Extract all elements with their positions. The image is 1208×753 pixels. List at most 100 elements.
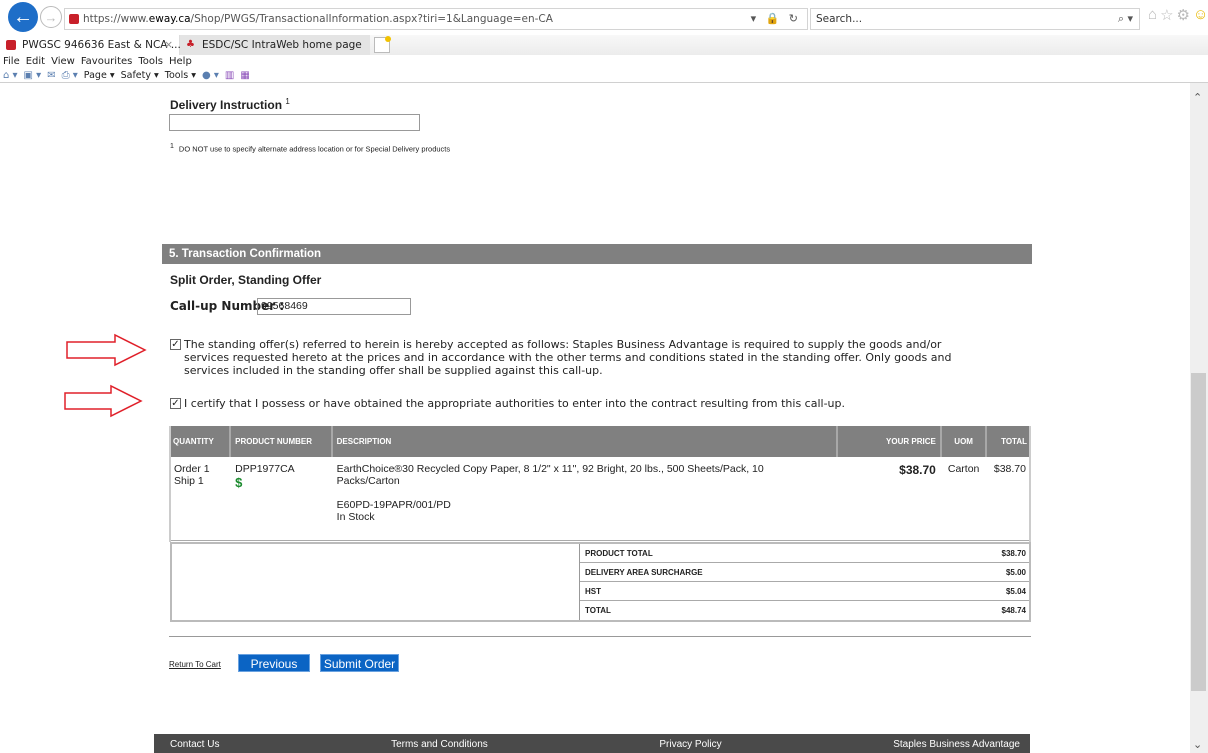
tab-label: PWGSC 946636 East & NCA ... <box>22 39 181 51</box>
totals-row-hst: HST $5.04 <box>580 582 1029 601</box>
totals-label: PRODUCT TOTAL <box>585 548 653 558</box>
annotation-arrow-icon <box>66 333 147 367</box>
order-table: QUANTITY PRODUCT NUMBER DESCRIPTION YOUR… <box>169 426 1031 541</box>
totals-label: TOTAL <box>585 606 611 615</box>
scrollbar-thumb[interactable] <box>1191 373 1206 691</box>
totals-table: PRODUCT TOTAL $38.70 DELIVERY AREA SURCH… <box>579 544 1029 620</box>
authority-text: I certify that I possess or have obtaine… <box>184 397 845 410</box>
col-product-number: PRODUCT NUMBER <box>229 426 332 457</box>
delivery-instruction-text: Delivery Instruction <box>170 98 283 112</box>
col-uom: UOM <box>939 426 987 457</box>
divider <box>169 636 1031 637</box>
cmd-page[interactable]: Page ▾ <box>84 69 115 82</box>
footer-privacy[interactable]: Privacy Policy <box>659 734 721 753</box>
favorites-star-icon[interactable]: ☆ <box>1160 6 1173 24</box>
totals-value: $5.00 <box>1005 567 1026 577</box>
scroll-up-icon[interactable]: ⌃ <box>1193 91 1202 104</box>
back-button[interactable]: ← <box>8 2 38 32</box>
home-icon[interactable]: ⌂ <box>1148 6 1157 24</box>
cell-quantity: Order 1 Ship 1 <box>169 457 231 541</box>
search-placeholder: Search... <box>816 13 863 25</box>
delivery-footnote: 1 DO NOT use to specify alternate address… <box>170 143 450 154</box>
onenote-icon[interactable]: ▥ <box>225 69 234 82</box>
menu-view[interactable]: View <box>51 55 75 69</box>
stock-status: In Stock <box>336 511 375 523</box>
submit-order-button[interactable]: Submit Order <box>320 654 399 672</box>
close-tab-icon[interactable]: × <box>164 35 173 55</box>
ship-number: Ship 1 <box>174 475 204 487</box>
footer-contact-us[interactable]: Contact Us <box>170 734 219 753</box>
cell-description: EarthChoice®30 Recycled Copy Paper, 8 1/… <box>331 457 838 541</box>
section-header: 5. Transaction Confirmation <box>162 244 1032 264</box>
footnote-text: DO NOT use to specify alternate address … <box>178 144 451 154</box>
feedback-smiley-icon[interactable]: ☺ <box>1193 6 1208 24</box>
cell-product-number: DPP1977CA $ <box>230 457 332 541</box>
url-path: /Shop/PWGS/TransactionalInformation.aspx… <box>190 13 553 25</box>
menu-tools[interactable]: Tools <box>138 55 163 69</box>
product-sku: E60PD-19PAPR/001/PD <box>336 499 451 511</box>
menu-file[interactable]: File <box>3 55 20 69</box>
search-input[interactable]: Search... ⌕ ▾ <box>810 8 1140 30</box>
delivery-instruction-input[interactable] <box>169 114 420 131</box>
order-number: Order 1 <box>174 463 210 475</box>
tab-favicon-icon <box>6 40 16 50</box>
vertical-scrollbar[interactable]: ⌃ ⌄ <box>1190 83 1208 753</box>
settings-gear-icon[interactable]: ⚙ <box>1177 6 1190 24</box>
tab-pwgsc[interactable]: PWGSC 946636 East & NCA ... × <box>0 35 181 55</box>
product-number[interactable]: DPP1977CA <box>235 463 327 475</box>
menu-bar: File Edit View Favourites Tools Help <box>0 55 192 69</box>
totals-label: DELIVERY AREA SURCHARGE <box>585 567 703 577</box>
totals-value: $5.04 <box>1005 586 1026 596</box>
footer-terms[interactable]: Terms and Conditions <box>391 734 488 753</box>
previous-button[interactable]: Previous <box>238 654 310 672</box>
tab-label: ESDC/SC IntraWeb home page <box>202 39 362 51</box>
menu-favourites[interactable]: Favourites <box>81 55 133 69</box>
print-icon[interactable]: ⎙ ▾ <box>62 69 78 82</box>
order-table-header: QUANTITY PRODUCT NUMBER DESCRIPTION YOUR… <box>169 426 1031 457</box>
url-prefix: https://www. <box>83 13 149 25</box>
return-to-cart-link[interactable]: Return To Cart <box>169 660 221 669</box>
mail-icon[interactable]: ✉ <box>47 69 55 82</box>
search-icon[interactable]: ⌕ ▾ <box>1118 9 1133 29</box>
forward-button[interactable]: → <box>40 6 62 28</box>
totals-value: $48.74 <box>1001 606 1026 615</box>
annotation-arrow-icon <box>64 384 143 418</box>
table-row: Order 1 Ship 1 DPP1977CA $ EarthChoice®3… <box>169 457 1031 541</box>
tab-bar: PWGSC 946636 East & NCA ... × ♣ ESDC/SC … <box>0 35 1208 55</box>
authority-checkbox[interactable]: ✓ <box>170 398 181 409</box>
address-row: ← → https://www.eway.ca/Shop/PWGS/Transa… <box>0 0 1208 40</box>
arrow-right-icon: → <box>44 9 58 25</box>
scroll-down-icon[interactable]: ⌄ <box>1193 738 1202 751</box>
totals-row-grand-total: TOTAL $48.74 <box>580 601 1029 620</box>
new-tab-button[interactable] <box>374 36 391 53</box>
address-bar[interactable]: https://www.eway.ca/Shop/PWGS/Transactio… <box>64 8 808 30</box>
browser-tool-icons: ⌂ ☆ ⚙ ☺ <box>1148 6 1208 24</box>
home-cmd-icon[interactable]: ⌂ ▾ <box>3 69 18 82</box>
arrow-left-icon: ← <box>13 5 33 28</box>
col-description: DESCRIPTION <box>330 426 838 457</box>
send-to-onenote-icon[interactable]: ▦ <box>240 69 249 82</box>
footer-staples[interactable]: Staples Business Advantage <box>893 734 1020 753</box>
col-total: TOTAL <box>985 426 1031 457</box>
page-content: Delivery Instruction 1 1 DO NOT use to sp… <box>0 83 1190 753</box>
cell-uom: Carton <box>940 457 987 541</box>
price-dollar-icon: $ <box>235 475 243 490</box>
address-actions[interactable]: ▾ 🔒 ↻ <box>751 9 801 29</box>
cell-your-price: $38.70 <box>837 457 941 541</box>
menu-help[interactable]: Help <box>169 55 192 69</box>
totals-row-delivery-surcharge: DELIVERY AREA SURCHARGE $5.00 <box>580 563 1029 582</box>
standing-offer-checkbox[interactable]: ✓ <box>170 339 181 350</box>
authority-certification: ✓ I certify that I possess or have obtai… <box>170 397 1030 410</box>
totals-row-product-total: PRODUCT TOTAL $38.70 <box>580 544 1029 563</box>
site-favicon-icon <box>69 14 79 24</box>
cmd-safety[interactable]: Safety ▾ <box>121 69 159 82</box>
standing-offer-text: The standing offer(s) referred to herein… <box>184 338 952 377</box>
tab-intraweb[interactable]: ♣ ESDC/SC IntraWeb home page <box>180 35 370 55</box>
menu-edit[interactable]: Edit <box>26 55 45 69</box>
feeds-icon[interactable]: ▣ ▾ <box>24 69 42 82</box>
totals-value: $38.70 <box>1001 548 1026 558</box>
cmd-tools[interactable]: Tools ▾ <box>165 69 196 82</box>
help-icon[interactable]: ● ▾ <box>202 69 219 82</box>
product-description: EarthChoice®30 Recycled Copy Paper, 8 1/… <box>336 463 764 487</box>
callup-number-input[interactable]: 99568469 <box>257 298 411 315</box>
